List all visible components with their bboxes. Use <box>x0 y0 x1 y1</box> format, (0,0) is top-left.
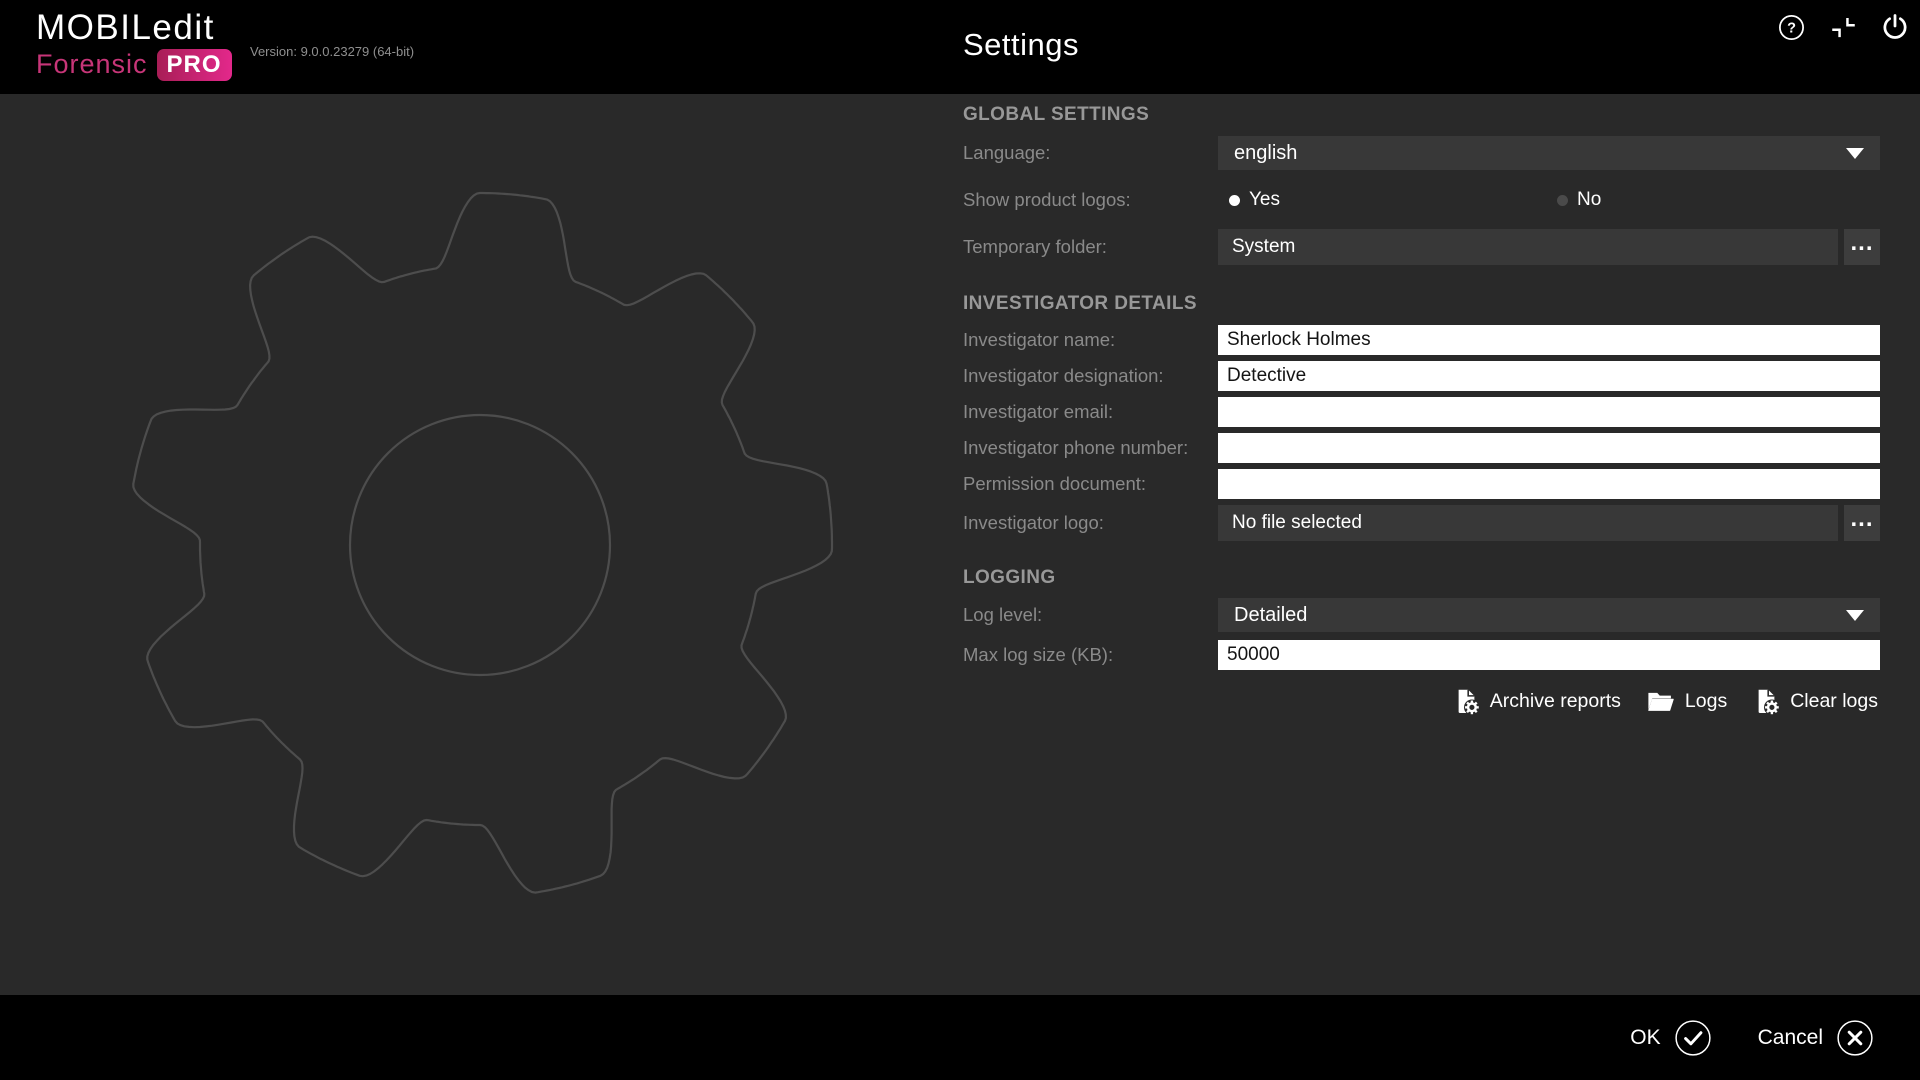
cancel-button[interactable]: Cancel <box>1758 1019 1874 1057</box>
temp-folder-row: Temporary folder: System ... <box>963 229 1880 265</box>
permission-document-row: Permission document: <box>963 469 1880 499</box>
clear-logs-label: Clear logs <box>1790 690 1878 713</box>
logo-text-mobiledit: MOBILedit <box>36 9 232 48</box>
max-log-size-row: Max log size (KB): <box>963 640 1880 670</box>
investigator-name-label: Investigator name: <box>963 329 1115 351</box>
chevron-down-icon <box>1846 610 1864 621</box>
temp-folder-value: System <box>1232 236 1295 258</box>
ok-label: OK <box>1630 1026 1660 1050</box>
archive-reports-button[interactable]: Archive reports <box>1453 688 1621 715</box>
permission-document-input[interactable] <box>1218 469 1880 499</box>
app-logo: MOBILedit Forensic PRO <box>36 9 232 81</box>
show-logos-row: Show product logos: Yes No <box>963 189 1880 211</box>
radio-no[interactable]: No <box>1557 189 1601 211</box>
investigator-logo-browse-button[interactable]: ... <box>1844 505 1880 541</box>
help-button[interactable]: ? <box>1776 12 1806 42</box>
investigator-logo-label: Investigator logo: <box>963 512 1104 534</box>
power-icon <box>1880 12 1910 42</box>
radio-no-label: No <box>1577 189 1601 211</box>
footer-bar: OK Cancel <box>0 995 1920 1080</box>
investigator-name-input[interactable] <box>1218 325 1880 355</box>
log-level-label: Log level: <box>963 604 1042 626</box>
log-level-row: Log level: Detailed <box>963 598 1880 632</box>
log-actions-row: Archive reports Logs <box>1218 682 1878 720</box>
investigator-designation-input[interactable] <box>1218 361 1880 391</box>
section-heading-logging: LOGGING <box>963 567 1056 588</box>
language-dropdown[interactable]: english <box>1218 136 1880 170</box>
title-bar: MOBILedit Forensic PRO Version: 9.0.0.23… <box>0 0 1920 94</box>
show-logos-label: Show product logos: <box>963 189 1131 211</box>
logo-text-forensic: Forensic <box>36 49 148 80</box>
radio-yes-label: Yes <box>1249 189 1280 211</box>
log-level-dropdown[interactable]: Detailed <box>1218 598 1880 632</box>
investigator-phone-row: Investigator phone number: <box>963 433 1880 463</box>
folder-open-icon <box>1647 687 1675 715</box>
dock-window-button[interactable] <box>1828 12 1858 42</box>
investigator-logo-value: No file selected <box>1232 512 1362 534</box>
settings-panel: GLOBAL SETTINGS Language: english Show p… <box>963 94 1880 954</box>
radio-unselected-icon <box>1557 195 1568 206</box>
ok-button[interactable]: OK <box>1630 1019 1711 1057</box>
page-title: Settings <box>963 27 1079 63</box>
max-log-size-input[interactable] <box>1218 640 1880 670</box>
help-icon: ? <box>1777 13 1806 42</box>
archive-reports-label: Archive reports <box>1490 690 1621 713</box>
chevron-down-icon <box>1846 148 1864 159</box>
investigator-email-row: Investigator email: <box>963 397 1880 427</box>
x-circle-icon <box>1836 1019 1874 1057</box>
gear-graphic-hub <box>350 415 610 675</box>
section-heading-global: GLOBAL SETTINGS <box>963 104 1149 125</box>
gear-graphic-path <box>133 193 832 893</box>
permission-document-label: Permission document: <box>963 473 1146 495</box>
max-log-size-label: Max log size (KB): <box>963 644 1113 666</box>
temp-folder-field[interactable]: System <box>1218 229 1838 265</box>
language-value: english <box>1234 142 1297 165</box>
radio-yes[interactable]: Yes <box>1229 189 1280 211</box>
logo-pro-badge: PRO <box>157 49 232 81</box>
dock-window-icon <box>1830 14 1857 41</box>
language-label: Language: <box>963 142 1050 164</box>
report-gear-icon <box>1453 688 1480 715</box>
logs-label: Logs <box>1685 690 1727 713</box>
investigator-designation-row: Investigator designation: <box>963 361 1880 391</box>
investigator-phone-input[interactable] <box>1218 433 1880 463</box>
investigator-logo-field[interactable]: No file selected <box>1218 505 1838 541</box>
investigator-email-label: Investigator email: <box>963 401 1113 423</box>
language-row: Language: english <box>963 136 1880 170</box>
temp-folder-label: Temporary folder: <box>963 236 1107 258</box>
power-button[interactable] <box>1880 12 1910 42</box>
logs-button[interactable]: Logs <box>1647 687 1727 715</box>
window-controls: ? <box>1776 12 1910 42</box>
log-level-value: Detailed <box>1234 604 1307 627</box>
svg-text:?: ? <box>1787 20 1796 36</box>
investigator-designation-label: Investigator designation: <box>963 365 1164 387</box>
version-text: Version: 9.0.0.23279 (64-bit) <box>250 44 414 59</box>
temp-folder-browse-button[interactable]: ... <box>1844 229 1880 265</box>
check-circle-icon <box>1674 1019 1712 1057</box>
investigator-logo-row: Investigator logo: No file selected ... <box>963 505 1880 541</box>
section-heading-investigator: INVESTIGATOR DETAILS <box>963 293 1197 314</box>
mobiledit-settings-window: MOBILedit Forensic PRO Version: 9.0.0.23… <box>0 0 1920 1080</box>
investigator-phone-label: Investigator phone number: <box>963 437 1188 459</box>
clear-logs-button[interactable]: Clear logs <box>1753 688 1878 715</box>
radio-selected-icon <box>1229 195 1240 206</box>
cancel-label: Cancel <box>1758 1026 1823 1050</box>
investigator-email-input[interactable] <box>1218 397 1880 427</box>
investigator-name-row: Investigator name: <box>963 325 1880 355</box>
report-gear-icon <box>1753 688 1780 715</box>
